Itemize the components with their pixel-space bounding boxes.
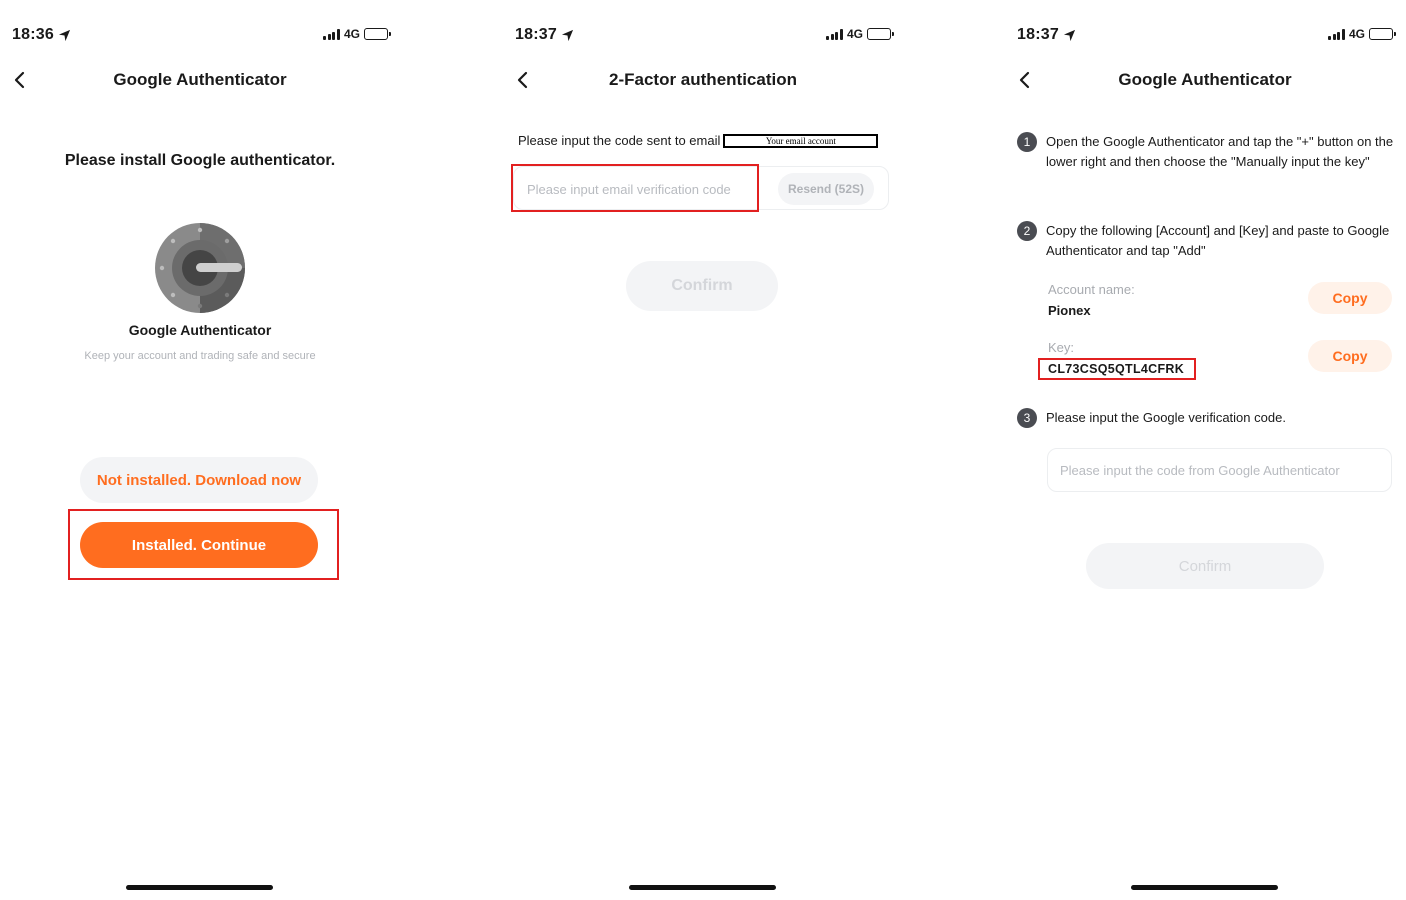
google-authenticator-logo-icon	[155, 223, 245, 313]
status-bar-time: 18:36	[12, 26, 71, 44]
email-code-prompt: Please input the code sent to email Your…	[518, 133, 879, 148]
home-indicator	[126, 885, 273, 890]
step-text: Please input the Google verification cod…	[1046, 410, 1286, 425]
step-text: Copy the following [Account] and [Key] a…	[1046, 223, 1390, 258]
battery-icon	[1369, 28, 1396, 40]
battery-icon	[364, 28, 391, 40]
page-title: Google Authenticator	[1118, 70, 1292, 89]
step-text: Open the Google Authenticator and tap th…	[1046, 134, 1394, 169]
cellular-signal-icon	[1328, 28, 1345, 40]
battery-icon	[867, 28, 894, 40]
copy-key-button[interactable]: Copy	[1308, 340, 1392, 372]
highlight-box-key	[1038, 358, 1196, 380]
copy-account-button[interactable]: Copy	[1308, 282, 1392, 314]
app-subtitle: Keep your account and trading safe and s…	[84, 350, 316, 362]
account-name-value: Pionex	[1048, 303, 1091, 318]
location-arrow-icon	[561, 29, 573, 41]
status-bar-time: 18:37	[515, 26, 574, 44]
screen-authenticator-setup: 18:37 4G Google Authenticator 1 Open the…	[1005, 0, 1405, 900]
step-number-badge: 3	[1017, 408, 1037, 428]
install-heading: Please install Google authenticator.	[64, 152, 336, 169]
network-type: 4G	[343, 27, 360, 41]
status-time-text: 18:36	[12, 26, 54, 43]
app-name: Google Authenticator	[128, 322, 272, 338]
key-label: Key:	[1048, 340, 1075, 355]
step-number-badge: 1	[1017, 132, 1037, 152]
location-arrow-icon	[58, 29, 70, 41]
setup-step-3: 3 Please input the Google verification c…	[1017, 408, 1395, 428]
home-indicator	[629, 885, 776, 890]
network-type: 4G	[1348, 27, 1365, 41]
page-title: Google Authenticator	[113, 70, 287, 89]
cellular-signal-icon	[323, 28, 340, 40]
home-indicator	[1131, 885, 1278, 890]
redacted-email: Your email account	[723, 133, 879, 148]
highlight-box-email-input	[511, 164, 759, 212]
status-bar-right: 4G	[1328, 27, 1396, 41]
page-title: 2-Factor authentication	[609, 70, 797, 89]
resend-code-button[interactable]: Resend (52S)	[778, 173, 874, 205]
step-number-badge: 2	[1017, 221, 1037, 241]
screen-2fa-email: 18:37 4G 2-Factor authentication Please …	[503, 0, 903, 900]
cellular-signal-icon	[826, 28, 843, 40]
confirm-button[interactable]: Confirm	[1086, 543, 1324, 589]
confirm-button[interactable]: Confirm	[626, 261, 778, 311]
setup-step-2: 2 Copy the following [Account] and [Key]…	[1017, 221, 1395, 261]
status-bar-right: 4G	[323, 27, 391, 41]
status-bar-right: 4G	[826, 27, 894, 41]
screen-install-authenticator: 18:36 4G Google Authenticator Please ins…	[0, 0, 400, 900]
network-type: 4G	[846, 27, 863, 41]
location-arrow-icon	[1063, 29, 1075, 41]
status-bar-time: 18:37	[1017, 26, 1076, 44]
google-code-input[interactable]	[1047, 448, 1392, 492]
account-name-label: Account name:	[1048, 282, 1135, 297]
highlight-box-continue	[68, 509, 339, 580]
setup-step-1: 1 Open the Google Authenticator and tap …	[1017, 132, 1395, 172]
prompt-text: Please input the code sent to email	[518, 133, 721, 148]
download-now-button[interactable]: Not installed. Download now	[80, 457, 318, 503]
status-time-text: 18:37	[515, 26, 557, 43]
status-time-text: 18:37	[1017, 26, 1059, 43]
